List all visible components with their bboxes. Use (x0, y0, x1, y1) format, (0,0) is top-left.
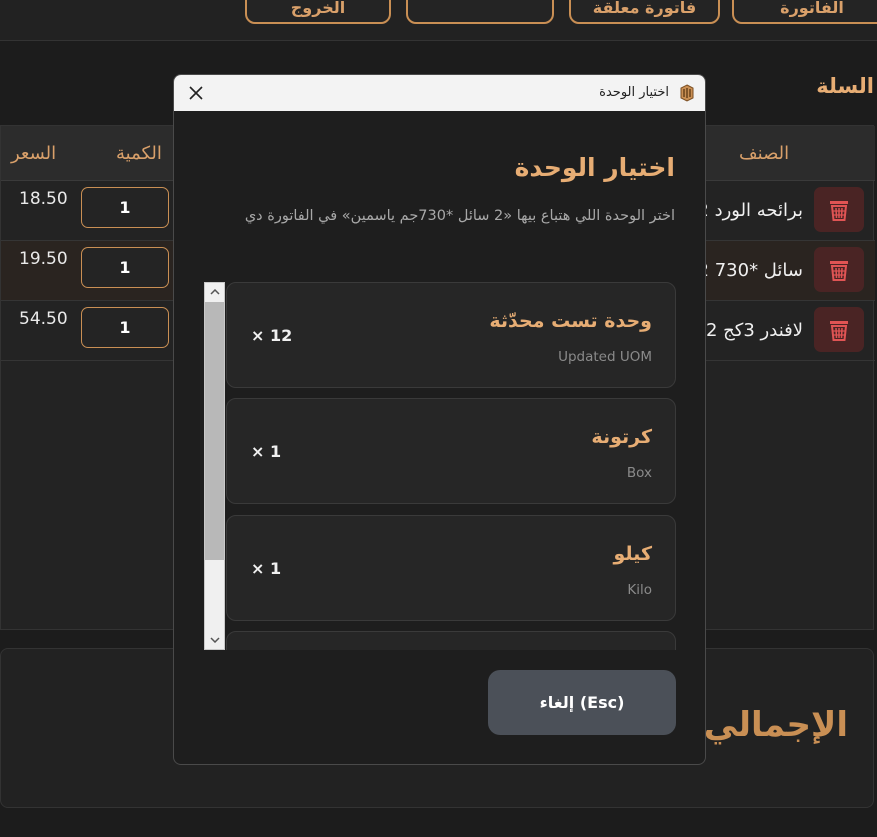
unit-selection-dialog: اختيار الوحدة اختيار الوحدة اختر الوحدة … (173, 74, 706, 765)
units-scrollbar[interactable] (204, 282, 225, 650)
close-icon[interactable] (186, 83, 206, 103)
scroll-up-button[interactable] (205, 283, 224, 300)
delete-row-button[interactable] (814, 307, 864, 352)
dialog-window-title: اختيار الوحدة (599, 85, 669, 100)
cancel-button[interactable]: إلغاء (Esc) (488, 670, 676, 735)
chevron-down-icon (210, 637, 220, 643)
top-toolbar: الفاتورة فاتورة معلقة الخروج (0, 0, 877, 41)
unit-code: Kilo (627, 582, 652, 598)
quantity-input[interactable]: 1 (81, 247, 169, 288)
toolbar-button[interactable] (406, 0, 554, 24)
unit-list: وحدة تست محدّثة Updated UOM × 12 كرتونة … (225, 282, 676, 650)
trash-icon (828, 318, 850, 342)
trash-icon (828, 258, 850, 282)
row-item-name: 2 لافندر 3كج (706, 320, 803, 341)
app-icon (679, 84, 695, 102)
row-price: 18.50 (19, 189, 68, 209)
held-invoice-button[interactable]: فاتورة معلقة (569, 0, 720, 24)
unit-option[interactable]: كرتونة Box × 1 (226, 398, 676, 504)
dialog-description: اختر الوحدة اللي هتباع بيها «2 سائل *730… (215, 201, 675, 232)
scroll-down-button[interactable] (205, 631, 224, 648)
quantity-input[interactable]: 1 (81, 307, 169, 348)
trash-icon (828, 198, 850, 222)
unit-name: وحدة تست محدّثة (489, 310, 652, 332)
delete-row-button[interactable] (814, 247, 864, 292)
total-label: الإجمالي (700, 705, 848, 745)
row-item-name: 2 برائحه الورد (697, 200, 803, 221)
row-price: 54.50 (19, 309, 68, 329)
unit-option[interactable] (226, 631, 676, 650)
unit-factor: × 12 (251, 326, 292, 345)
unit-code: Box (627, 465, 652, 481)
unit-name: كرتونة (591, 426, 652, 448)
column-header-item: الصنف (739, 143, 789, 164)
delete-row-button[interactable] (814, 187, 864, 232)
invoice-button[interactable]: الفاتورة (732, 0, 877, 24)
unit-factor: × 1 (251, 442, 281, 461)
exit-button[interactable]: الخروج (245, 0, 391, 24)
unit-code: Updated UOM (558, 349, 652, 365)
cart-title: السلة (790, 74, 874, 98)
row-price: 19.50 (19, 249, 68, 269)
dialog-heading: اختيار الوحدة (515, 153, 675, 182)
unit-option[interactable]: كيلو Kilo × 1 (226, 515, 676, 621)
dialog-titlebar: اختيار الوحدة (174, 75, 705, 111)
unit-factor: × 1 (251, 559, 281, 578)
chevron-up-icon (210, 289, 220, 295)
scrollbar-thumb[interactable] (205, 302, 224, 560)
column-header-qty: الكمية (116, 143, 162, 164)
row-item-name: 2 سائل *730 (698, 260, 803, 281)
quantity-input[interactable]: 1 (81, 187, 169, 228)
unit-option[interactable]: وحدة تست محدّثة Updated UOM × 12 (226, 282, 676, 388)
unit-name: كيلو (614, 543, 652, 565)
column-header-price: السعر (11, 143, 56, 164)
